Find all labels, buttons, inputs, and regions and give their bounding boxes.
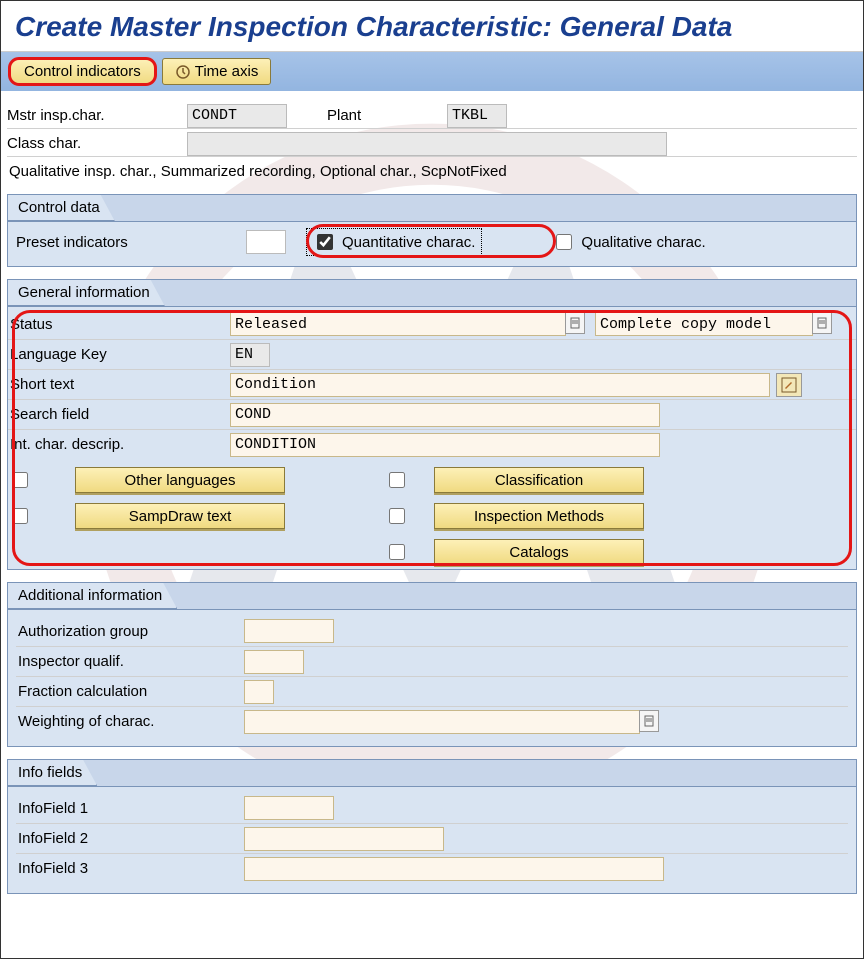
- char-summary-text: Qualitative insp. char., Summarized reco…: [7, 159, 857, 188]
- time-axis-label: Time axis: [195, 63, 259, 80]
- other-languages-checkbox[interactable]: [12, 472, 28, 488]
- inspector-qualif-label: Inspector qualif.: [18, 653, 244, 670]
- pencil-icon: [781, 377, 797, 393]
- status-field[interactable]: [230, 312, 566, 336]
- preset-indicators-label: Preset indicators: [16, 234, 226, 251]
- catalogs-checkbox[interactable]: [389, 544, 405, 560]
- search-field-label: Search field: [10, 406, 230, 423]
- plant-field[interactable]: [447, 104, 507, 128]
- info-fields-group: Info fields InfoField 1 InfoField 2 Info…: [7, 759, 857, 894]
- copy-model-dropdown-icon[interactable]: [812, 312, 832, 334]
- inspector-qualif-field[interactable]: [244, 650, 304, 674]
- qualitative-checkbox[interactable]: [556, 234, 572, 250]
- general-info-group: General information Status: [7, 279, 857, 570]
- inspection-methods-button[interactable]: Inspection Methods: [434, 503, 644, 529]
- master-char-field[interactable]: [187, 104, 287, 128]
- qualitative-label: Qualitative charac.: [581, 234, 705, 251]
- control-indicators-button[interactable]: Control indicators: [9, 58, 156, 85]
- sampdraw-button[interactable]: SampDraw text: [75, 503, 285, 529]
- status-label: Status: [10, 316, 230, 333]
- infofield3-label: InfoField 3: [18, 860, 244, 877]
- control-data-tab: Control data: [8, 195, 115, 221]
- time-axis-button[interactable]: Time axis: [162, 58, 272, 85]
- weighting-dropdown-icon[interactable]: [639, 710, 659, 732]
- language-key-label: Language Key: [10, 346, 230, 363]
- classification-checkbox[interactable]: [389, 472, 405, 488]
- infofield2-label: InfoField 2: [18, 830, 244, 847]
- fraction-calc-field[interactable]: [244, 680, 274, 704]
- infofield3-input[interactable]: [244, 857, 664, 881]
- auth-group-label: Authorization group: [18, 623, 244, 640]
- quantitative-charac-wrapper: Quantitative charac.: [306, 228, 482, 256]
- infofield1-input[interactable]: [244, 796, 334, 820]
- short-text-field[interactable]: [230, 373, 770, 397]
- weighting-label: Weighting of charac.: [18, 713, 244, 730]
- other-languages-button[interactable]: Other languages: [75, 467, 285, 493]
- additional-info-group: Additional information Authorization gro…: [7, 582, 857, 747]
- weighting-field[interactable]: [244, 710, 640, 734]
- search-field-input[interactable]: [230, 403, 660, 427]
- plant-label: Plant: [327, 107, 447, 124]
- short-text-label: Short text: [10, 376, 230, 393]
- class-char-field[interactable]: [187, 132, 667, 156]
- app-toolbar: Control indicators Time axis: [1, 52, 863, 91]
- general-info-tab: General information: [8, 280, 165, 306]
- infofield2-input[interactable]: [244, 827, 444, 851]
- edit-long-text-button[interactable]: [776, 373, 802, 397]
- info-fields-tab: Info fields: [8, 760, 97, 786]
- classification-button[interactable]: Classification: [434, 467, 644, 493]
- status-dropdown-icon[interactable]: [565, 312, 585, 334]
- language-key-field[interactable]: [230, 343, 270, 367]
- int-char-label: Int. char. descrip.: [10, 436, 230, 453]
- copy-model-field[interactable]: [595, 312, 813, 336]
- additional-info-tab: Additional information: [8, 583, 177, 609]
- infofield1-label: InfoField 1: [18, 800, 244, 817]
- class-char-label: Class char.: [7, 135, 187, 152]
- fraction-calc-label: Fraction calculation: [18, 683, 244, 700]
- control-data-group: Control data Preset indicators Quantitat…: [7, 194, 857, 267]
- page-title: Create Master Inspection Characteristic:…: [1, 1, 863, 52]
- inspection-methods-checkbox[interactable]: [389, 508, 405, 524]
- quantitative-checkbox[interactable]: [317, 234, 333, 250]
- auth-group-field[interactable]: [244, 619, 334, 643]
- catalogs-button[interactable]: Catalogs: [434, 539, 644, 565]
- clock-icon: [175, 64, 191, 80]
- master-char-label: Mstr insp.char.: [7, 107, 187, 124]
- int-char-field[interactable]: [230, 433, 660, 457]
- quantitative-label: Quantitative charac.: [342, 234, 475, 251]
- preset-indicators-field[interactable]: [246, 230, 286, 254]
- sampdraw-checkbox[interactable]: [12, 508, 28, 524]
